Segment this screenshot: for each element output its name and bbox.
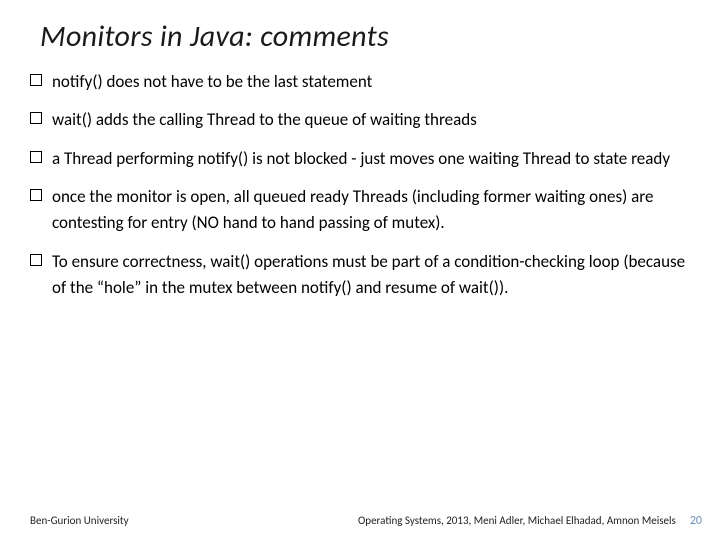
list-item: notify() does not have to be the last st… (30, 69, 692, 95)
list-item: a Thread performing notify() is not bloc… (30, 146, 692, 172)
page-number: 20 (690, 514, 702, 528)
footer-course: Operating Systems, 2013, Meni Adler, Mic… (358, 514, 676, 527)
bullet-list: notify() does not have to be the last st… (28, 69, 692, 301)
slide-footer: Ben-Gurion University Operating Systems,… (0, 514, 720, 528)
footer-university: Ben-Gurion University (30, 514, 129, 527)
slide-title: Monitors in Java: comments (40, 18, 692, 55)
list-item: once the monitor is open, all queued rea… (30, 184, 692, 237)
list-item: To ensure correctness, wait() operations… (30, 249, 692, 302)
list-item: wait() adds the calling Thread to the qu… (30, 107, 692, 133)
